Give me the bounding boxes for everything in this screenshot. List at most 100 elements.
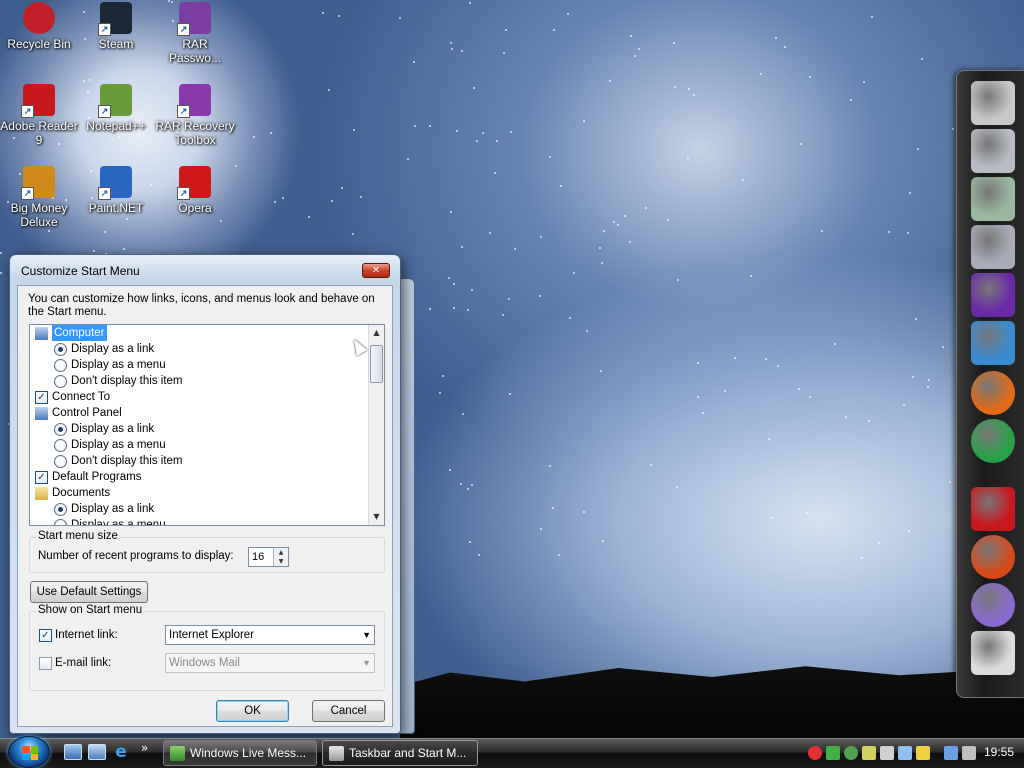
list-item-label: Display as a menu (71, 439, 166, 451)
desktop-icon[interactable]: Paint.NET (76, 166, 156, 215)
show-desktop-icon[interactable] (64, 744, 82, 760)
star (921, 58, 923, 60)
task-label: Taskbar and Start M... (349, 746, 467, 760)
desktop-icon[interactable]: RAR Recovery Toolbox (155, 84, 235, 147)
desktop-icon[interactable]: RAR Passwo... (155, 2, 235, 65)
desktop-icon-label: Big Money Deluxe (10, 201, 68, 229)
documents-folder-icon[interactable] (971, 129, 1015, 173)
recycle-bin-icon (23, 2, 55, 34)
clock[interactable]: 19:55 (984, 745, 1014, 759)
radio-button[interactable] (54, 422, 67, 436)
cpu-chip-icon[interactable] (971, 273, 1015, 317)
star (601, 262, 603, 264)
computer-icon[interactable] (971, 81, 1015, 125)
checkmark-icon[interactable] (826, 746, 840, 760)
list-item[interactable]: Computer (30, 325, 370, 341)
radio-button[interactable] (54, 454, 67, 468)
volume-icon[interactable] (962, 746, 976, 760)
radio-button[interactable] (54, 358, 67, 372)
star (583, 120, 585, 122)
chrome-icon[interactable] (971, 419, 1015, 463)
list-item[interactable]: Display as a link (30, 421, 370, 437)
star (784, 46, 786, 48)
display-icon[interactable] (898, 746, 912, 760)
star (845, 416, 847, 418)
start-menu-items-list[interactable]: Computer Display as a link Display as a me… (29, 324, 385, 526)
star (609, 80, 611, 82)
radio-button[interactable] (54, 342, 67, 356)
star (509, 393, 511, 395)
network-icon[interactable] (944, 746, 958, 760)
email-link-checkbox[interactable] (39, 657, 52, 670)
desktop-icon[interactable]: Recycle Bin (0, 2, 79, 51)
scroll-thumb[interactable] (370, 345, 383, 383)
internet-link-combo[interactable]: Internet Explorer ▼ (165, 625, 375, 645)
control-panel-icon (35, 406, 48, 420)
pictures-folder-icon[interactable] (971, 225, 1015, 269)
email-link-combo[interactable]: Windows Mail ▼ (165, 653, 375, 673)
list-item[interactable]: Display as a menu (30, 437, 370, 453)
p-logo-icon[interactable] (971, 535, 1015, 579)
network-activity-icon[interactable] (862, 746, 876, 760)
star (912, 376, 914, 378)
list-item[interactable]: Control Panel (30, 405, 370, 421)
list-scrollbar[interactable]: ▲ ▼ (368, 325, 384, 525)
monitor-icon[interactable] (880, 746, 894, 760)
paint-brush-icon[interactable] (971, 583, 1015, 627)
star (693, 94, 695, 96)
folder-tray-icon[interactable] (916, 746, 930, 760)
use-default-settings-button[interactable]: Use Default Settings (30, 581, 148, 603)
cancel-button[interactable]: Cancel (312, 700, 385, 722)
task-windows-live-messenger[interactable]: Windows Live Mess... (163, 740, 317, 766)
desktop-icon[interactable]: Big Money Deluxe (0, 166, 79, 229)
star (775, 37, 777, 39)
star (724, 390, 726, 392)
ok-button[interactable]: OK (216, 700, 289, 722)
list-item[interactable]: Display as a menu (30, 357, 370, 373)
recycle-bin-icon[interactable] (971, 631, 1015, 675)
checkbox[interactable]: ✓ (35, 390, 48, 404)
list-item[interactable]: ✓ Default Programs (30, 469, 370, 485)
checkbox[interactable]: ✓ (35, 470, 48, 484)
scroll-up-arrow-icon[interactable]: ▲ (369, 325, 384, 341)
close-button[interactable]: ✕ (362, 263, 390, 278)
desktop-icon[interactable]: Opera (155, 166, 235, 215)
radio-button[interactable] (54, 374, 67, 388)
list-item[interactable]: ✓ Connect To (30, 389, 370, 405)
adobe-reader-icon[interactable] (971, 487, 1015, 531)
scroll-down-arrow-icon[interactable]: ▼ (369, 509, 384, 525)
star (861, 557, 863, 559)
internet-link-checkbox[interactable]: ✓ (39, 629, 52, 642)
desktop-icon[interactable]: Notepad++ (76, 84, 156, 133)
star (903, 404, 905, 406)
star (429, 308, 431, 310)
switch-windows-icon[interactable] (88, 744, 106, 760)
desktop-icon[interactable]: Adobe Reader 9 (0, 84, 79, 147)
firefox-icon[interactable] (971, 371, 1015, 415)
security-alert-icon[interactable] (808, 746, 822, 760)
messenger-icon[interactable] (971, 321, 1015, 365)
desktop-icon[interactable]: Steam (76, 2, 156, 51)
list-item[interactable]: Display as a link (30, 501, 370, 517)
recent-programs-spinner[interactable]: 16 ▲ ▼ (248, 547, 289, 567)
green-folder-icon[interactable] (971, 177, 1015, 221)
start-button[interactable] (8, 736, 50, 768)
list-item[interactable]: Don't display this item (30, 373, 370, 389)
spinner-arrows-icon[interactable]: ▲ ▼ (273, 548, 288, 566)
quick-launch-overflow[interactable]: » (141, 741, 159, 757)
radio-button[interactable] (54, 518, 67, 525)
list-item[interactable]: Display as a menu (30, 517, 370, 525)
star (850, 99, 852, 101)
star (0, 252, 2, 254)
list-item[interactable]: Don't display this item (30, 453, 370, 469)
list-item-label: Don't display this item (71, 455, 183, 467)
radio-button[interactable] (54, 438, 67, 452)
internet-explorer-icon[interactable]: e (112, 744, 130, 761)
list-item[interactable]: Display as a link (30, 341, 370, 357)
star (510, 131, 512, 133)
list-item[interactable]: Documents (30, 485, 370, 501)
messenger-status-icon[interactable] (844, 746, 858, 760)
task-label: Windows Live Mess... (190, 746, 307, 760)
task-taskbar-and-start-menu[interactable]: Taskbar and Start M... (322, 740, 478, 766)
radio-button[interactable] (54, 502, 67, 516)
